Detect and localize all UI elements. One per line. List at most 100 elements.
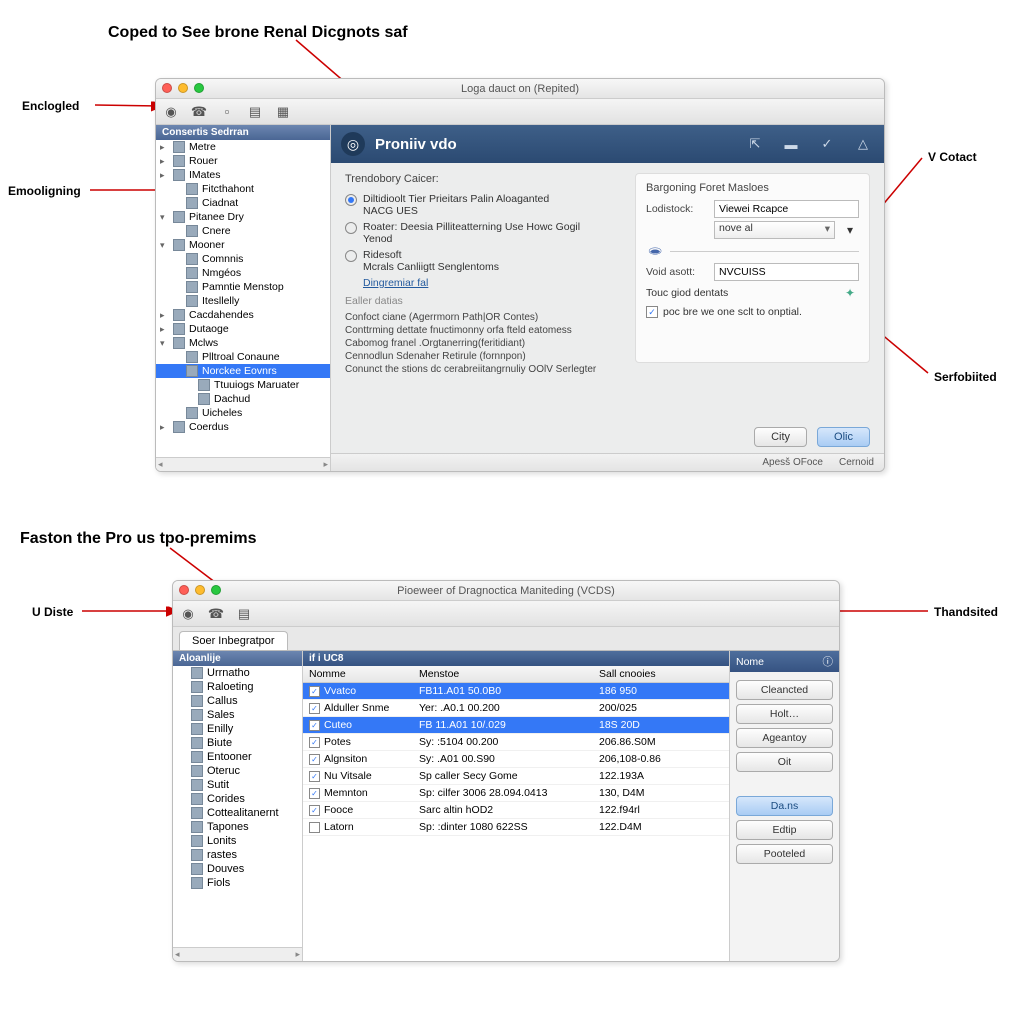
tool-icon-c[interactable]: ▤ bbox=[235, 605, 253, 623]
sidebar-item[interactable]: Fiols bbox=[173, 876, 302, 890]
h-scrollbar[interactable]: ◂▸ bbox=[156, 457, 330, 471]
col-name[interactable]: Nomme bbox=[303, 666, 413, 682]
sidebar-item[interactable]: Entooner bbox=[173, 750, 302, 764]
checkbox-poc[interactable]: ✓ bbox=[646, 306, 658, 318]
tree-item[interactable]: Dachud bbox=[156, 392, 330, 406]
table-row[interactable]: ✓Alduller SnmeYer: .A0.1 00.200200/025 bbox=[303, 700, 729, 717]
panel-button[interactable]: Da.ns bbox=[736, 796, 833, 816]
tool-icon-3[interactable]: ▫ bbox=[218, 103, 236, 121]
toolbar-2: ◉ ☎ ▤ bbox=[173, 601, 839, 627]
zoom-icon[interactable] bbox=[211, 585, 221, 595]
tree[interactable]: ▸Metre▸Rouer▸IMatesFitcthahontCiadnat▾Pi… bbox=[156, 140, 330, 457]
table-body[interactable]: ✓VvatcoFB11.A01 50.0B0186 950✓Alduller S… bbox=[303, 683, 729, 961]
sidebar-item[interactable]: Oteruc bbox=[173, 764, 302, 778]
tree-item[interactable]: Cnere bbox=[156, 224, 330, 238]
col-menstoe[interactable]: Menstoe bbox=[413, 666, 593, 682]
panel-button[interactable]: Edtip bbox=[736, 820, 833, 840]
tree-item[interactable]: Ttuuiogs Maruater bbox=[156, 378, 330, 392]
radio-1[interactable]: Diltidioolt Tier Prieitars Palin Aloagan… bbox=[345, 191, 621, 219]
tree-2[interactable]: UrrnathoRaloetingCallusSalesEnillyBiuteE… bbox=[173, 666, 302, 947]
table-row[interactable]: ✓VvatcoFB11.A01 50.0B0186 950 bbox=[303, 683, 729, 700]
sidebar-item[interactable]: Enilly bbox=[173, 722, 302, 736]
tree-item[interactable]: ▸Rouer bbox=[156, 154, 330, 168]
sidebar-item[interactable]: Urrnatho bbox=[173, 666, 302, 680]
table-row[interactable]: LatornSp: :dinter 1080 622SS122.D4M bbox=[303, 819, 729, 836]
panel-button[interactable]: Pooteled bbox=[736, 844, 833, 864]
titlebar-2[interactable]: Pioeweer of Dragnoctica Maniteding (VCDS… bbox=[173, 581, 839, 601]
sidebar-item[interactable]: Raloeting bbox=[173, 680, 302, 694]
traffic-lights-2[interactable] bbox=[179, 585, 221, 595]
sidebar-item[interactable]: Corides bbox=[173, 792, 302, 806]
banner-icon-1[interactable]: ⇱ bbox=[744, 133, 766, 155]
banner-icon-4[interactable]: △ bbox=[852, 133, 874, 155]
sidebar-item[interactable]: Cottealitanernt bbox=[173, 806, 302, 820]
tree-item[interactable]: Fitcthahont bbox=[156, 182, 330, 196]
tree-item[interactable]: ▾Mooner bbox=[156, 238, 330, 252]
minimize-icon[interactable] bbox=[195, 585, 205, 595]
table-row[interactable]: ✓AlgnsitonSy: .A01 00.S90206,108-0.86 bbox=[303, 751, 729, 768]
banner-icon-2[interactable]: ▬ bbox=[780, 133, 802, 155]
tree-item[interactable]: Uicheles bbox=[156, 406, 330, 420]
sidebar-item[interactable]: Tapones bbox=[173, 820, 302, 834]
table-row[interactable]: ✓FooceSarc altin hOD2122.f94rl bbox=[303, 802, 729, 819]
input-lodistock[interactable] bbox=[714, 200, 859, 218]
tree-item[interactable]: ▸IMates bbox=[156, 168, 330, 182]
globe-icon[interactable]: ◉ bbox=[179, 605, 197, 623]
tree-item[interactable]: Itesllelly bbox=[156, 294, 330, 308]
info-icon[interactable]: ⓘ bbox=[823, 654, 834, 669]
titlebar[interactable]: Loga dauct on (Repited) bbox=[156, 79, 884, 99]
link-dingremar[interactable]: Dingremiar fal bbox=[363, 277, 428, 289]
select-noveal[interactable]: nove al bbox=[714, 221, 835, 239]
col-sall[interactable]: Sall cnooies bbox=[593, 666, 729, 682]
minimize-icon[interactable] bbox=[178, 83, 188, 93]
close-icon[interactable] bbox=[162, 83, 172, 93]
table-row[interactable]: ✓CuteoFB 11.A01 10/.02918S 20D bbox=[303, 717, 729, 734]
note-line: Cennodlun Sdenaher Retirule (fornnpon) bbox=[345, 350, 621, 363]
table-row[interactable]: ✓Nu VitsaleSp caller Secy Gome122.193A bbox=[303, 768, 729, 785]
table-row[interactable]: ✓PotesSy: :5104 00.200206.86.S0M bbox=[303, 734, 729, 751]
tree-item[interactable]: ▸Metre bbox=[156, 140, 330, 154]
tree-item[interactable]: Nmgéos bbox=[156, 266, 330, 280]
tree-item[interactable]: ▾Mclws bbox=[156, 336, 330, 350]
olic-button[interactable]: Olic bbox=[817, 427, 870, 447]
banner-icon-3[interactable]: ✓ bbox=[816, 133, 838, 155]
table-row[interactable]: ✓MemntonSp: cilfer 3006 28.094.0413130, … bbox=[303, 785, 729, 802]
table-header[interactable]: Nomme Menstoe Sall cnooies bbox=[303, 666, 729, 683]
leaf-icon[interactable]: ✦ bbox=[841, 284, 859, 302]
sidebar-item[interactable]: Douves bbox=[173, 862, 302, 876]
traffic-lights[interactable] bbox=[162, 83, 204, 93]
input-void[interactable] bbox=[714, 263, 859, 281]
sidebar-item[interactable]: Biute bbox=[173, 736, 302, 750]
h-scrollbar-2[interactable]: ◂▸ bbox=[173, 947, 302, 961]
tree-item[interactable]: ▸Cacdahendes bbox=[156, 308, 330, 322]
radio-2[interactable]: Roater: Deesia Pilliteatterning Use Howc… bbox=[345, 219, 621, 247]
sidebar-item[interactable]: Callus bbox=[173, 694, 302, 708]
sidebar-item[interactable]: Sutit bbox=[173, 778, 302, 792]
sidebar-item[interactable]: Sales bbox=[173, 708, 302, 722]
tree-item[interactable]: Ciadnat bbox=[156, 196, 330, 210]
tree-item[interactable]: Plltroal Conaune bbox=[156, 350, 330, 364]
sidebar-item[interactable]: Lonits bbox=[173, 834, 302, 848]
tree-item[interactable]: ▸Dutaoge bbox=[156, 322, 330, 336]
tool-icon-2[interactable]: ☎ bbox=[190, 103, 208, 121]
radio-3[interactable]: RidesoftMcrals Canliigtt Senglentoms bbox=[345, 247, 621, 275]
tab-soer[interactable]: Soer Inbegratpor bbox=[179, 631, 288, 650]
tree-item[interactable]: ▸Coerdus bbox=[156, 420, 330, 434]
zoom-icon[interactable] bbox=[194, 83, 204, 93]
tool-icon-4[interactable]: ▤ bbox=[246, 103, 264, 121]
city-button[interactable]: City bbox=[754, 427, 807, 447]
dropdown-btn[interactable]: ▾ bbox=[841, 221, 859, 239]
sidebar-item[interactable]: rastes bbox=[173, 848, 302, 862]
tree-item[interactable]: Pamntie Menstop bbox=[156, 280, 330, 294]
panel-button[interactable]: Ageantoy bbox=[736, 728, 833, 748]
close-icon[interactable] bbox=[179, 585, 189, 595]
tool-icon-5[interactable]: ▦ bbox=[274, 103, 292, 121]
panel-button[interactable]: Holt… bbox=[736, 704, 833, 724]
panel-button[interactable]: Cleancted bbox=[736, 680, 833, 700]
tree-item[interactable]: Comnnis bbox=[156, 252, 330, 266]
globe-icon[interactable]: ◉ bbox=[162, 103, 180, 121]
tool-icon-b[interactable]: ☎ bbox=[207, 605, 225, 623]
tree-item[interactable]: Norckee Eovnrs bbox=[156, 364, 330, 378]
panel-button[interactable]: Oit bbox=[736, 752, 833, 772]
tree-item[interactable]: ▾Pitanee Dry bbox=[156, 210, 330, 224]
